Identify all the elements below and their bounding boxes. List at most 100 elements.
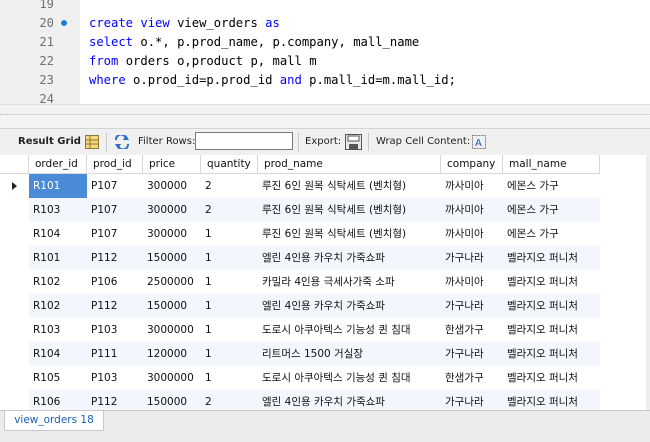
code-line[interactable]: 19 xyxy=(0,0,650,14)
cell-prod-name[interactable]: 리트머스 1500 거실장 xyxy=(258,342,441,366)
cell-prod-name[interactable]: 카밀라 4인용 극세사가죽 소파 xyxy=(258,270,441,294)
cell-mall-name[interactable]: 벨라지오 퍼니처 xyxy=(503,366,600,390)
cell-price[interactable]: 150000 xyxy=(143,246,201,270)
column-header-mall-name[interactable]: mall_name xyxy=(503,155,600,174)
cell-prod-name[interactable]: 루진 6인 원목 식탁세트 (벤치형) xyxy=(258,198,441,222)
cell-prod-id[interactable]: P112 xyxy=(87,390,143,410)
cell-order-id[interactable]: R105 xyxy=(29,366,87,390)
cell-order-id[interactable]: R101 xyxy=(29,246,87,270)
column-header-order-id[interactable]: order_id xyxy=(29,155,87,174)
result-tab-view-orders[interactable]: view_orders 18 xyxy=(4,411,104,431)
row-header[interactable] xyxy=(0,270,29,294)
cell-prod-id[interactable]: P106 xyxy=(87,270,143,294)
cell-price[interactable]: 3000000 xyxy=(143,318,201,342)
cell-order-id[interactable]: R106 xyxy=(29,390,87,410)
cell-company[interactable]: 까사미아 xyxy=(441,174,503,198)
column-header-prod-id[interactable]: prod_id xyxy=(87,155,143,174)
code-text[interactable]: where o.prod_id=p.prod_id and p.mall_id=… xyxy=(89,71,456,90)
cell-mall-name[interactable]: 벨라지오 퍼니처 xyxy=(503,294,600,318)
code-line[interactable]: 24 xyxy=(0,90,650,104)
row-header[interactable] xyxy=(0,222,29,246)
cell-quantity[interactable]: 1 xyxy=(201,222,258,246)
cell-prod-name[interactable]: 엘린 4인용 카우치 가죽쇼파 xyxy=(258,390,441,410)
column-header-prod-name[interactable]: prod_name xyxy=(258,155,441,174)
cell-company[interactable]: 가구나라 xyxy=(441,294,503,318)
row-header[interactable] xyxy=(0,246,29,270)
cell-prod-id[interactable]: P107 xyxy=(87,222,143,246)
code-line[interactable]: 23 where o.prod_id=p.prod_id and p.mall_i… xyxy=(0,71,650,90)
panel-splitter[interactable] xyxy=(0,104,650,128)
cell-company[interactable]: 가구나라 xyxy=(441,246,503,270)
table-row[interactable]: R106 P112 150000 2 엘린 4인용 카우치 가죽쇼파 가구나라 벨라지오 퍼… xyxy=(0,390,650,410)
result-grid[interactable]: order_id prod_id price quantity prod_name com… xyxy=(0,155,650,410)
cell-mall-name[interactable]: 벨라지오 퍼니처 xyxy=(503,390,600,410)
cell-prod-id[interactable]: P107 xyxy=(87,174,143,198)
cell-order-id[interactable]: R102 xyxy=(29,270,87,294)
code-text[interactable]: from orders o,product p, mall m xyxy=(89,52,317,71)
cell-quantity[interactable]: 2 xyxy=(201,174,258,198)
cell-prod-id[interactable]: P112 xyxy=(87,294,143,318)
cell-mall-name[interactable]: 벨라지오 퍼니처 xyxy=(503,342,600,366)
cell-mall-name[interactable]: 벨라지오 퍼니처 xyxy=(503,270,600,294)
cell-company[interactable]: 가구나라 xyxy=(441,342,503,366)
cell-order-id[interactable]: R103 xyxy=(29,198,87,222)
refresh-icon[interactable] xyxy=(114,129,130,155)
row-header[interactable] xyxy=(0,198,29,222)
table-row[interactable]: R104 P107 300000 1 루진 6인 원목 식탁세트 (벤치형) 까사미아 에몬… xyxy=(0,222,650,246)
table-row[interactable]: R102 P106 2500000 1 카밀라 4인용 극세사가죽 소파 까사미아 벨라지오… xyxy=(0,270,650,294)
code-line[interactable]: 20 create view view_orders as xyxy=(0,14,650,33)
cell-prod-name[interactable]: 엘린 4인용 카우치 가죽쇼파 xyxy=(258,294,441,318)
cell-quantity[interactable]: 1 xyxy=(201,270,258,294)
cell-price[interactable]: 300000 xyxy=(143,174,201,198)
cell-quantity[interactable]: 1 xyxy=(201,366,258,390)
column-header-quantity[interactable]: quantity xyxy=(201,155,258,174)
cell-quantity[interactable]: 2 xyxy=(201,198,258,222)
cell-order-id[interactable]: R103 xyxy=(29,318,87,342)
cell-quantity[interactable]: 1 xyxy=(201,342,258,366)
cell-price[interactable]: 150000 xyxy=(143,390,201,410)
table-row[interactable]: R103 P103 3000000 1 도로시 아쿠아텍스 기능성 퀸 침대 한샘가구 벨라… xyxy=(0,318,650,342)
export-icon[interactable] xyxy=(345,129,362,155)
code-line[interactable]: 22 from orders o,product p, mall m xyxy=(0,52,650,71)
cell-quantity[interactable]: 1 xyxy=(201,246,258,270)
table-row[interactable]: R101 P107 300000 2 루진 6인 원목 식탁세트 (벤치형) 까사미아 에몬… xyxy=(0,174,650,198)
table-row[interactable]: R104 P111 120000 1 리트머스 1500 거실장 가구나라 벨라지오 퍼니처 xyxy=(0,342,650,366)
result-grid-tab[interactable]: Result Grid xyxy=(18,129,81,155)
cell-price[interactable]: 300000 xyxy=(143,222,201,246)
filter-rows-input[interactable] xyxy=(195,132,293,150)
cell-price[interactable]: 3000000 xyxy=(143,366,201,390)
cell-quantity[interactable]: 1 xyxy=(201,294,258,318)
row-header[interactable] xyxy=(0,174,29,198)
cell-company[interactable]: 까사미아 xyxy=(441,198,503,222)
cell-prod-name[interactable]: 엘린 4인용 카우치 가죽쇼파 xyxy=(258,246,441,270)
table-row[interactable]: R102 P112 150000 1 엘린 4인용 카우치 가죽쇼파 가구나라 벨라지오 퍼… xyxy=(0,294,650,318)
cell-company[interactable]: 한샘가구 xyxy=(441,366,503,390)
row-header[interactable] xyxy=(0,342,29,366)
cell-order-id[interactable]: R104 xyxy=(29,342,87,366)
cell-order-id[interactable]: R104 xyxy=(29,222,87,246)
column-header-company[interactable]: company xyxy=(441,155,503,174)
table-row[interactable]: R103 P107 300000 2 루진 6인 원목 식탁세트 (벤치형) 까사미아 에몬… xyxy=(0,198,650,222)
code-text[interactable]: create view view_orders as xyxy=(89,14,280,33)
cell-price[interactable]: 2500000 xyxy=(143,270,201,294)
cell-prod-id[interactable]: P112 xyxy=(87,246,143,270)
cell-company[interactable]: 까사미아 xyxy=(441,222,503,246)
cell-company[interactable]: 가구나라 xyxy=(441,390,503,410)
grid-vertical-scrollbar[interactable] xyxy=(646,155,650,410)
cell-prod-name[interactable]: 루진 6인 원목 식탁세트 (벤치형) xyxy=(258,222,441,246)
cell-quantity[interactable]: 1 xyxy=(201,318,258,342)
cell-mall-name[interactable]: 에몬스 가구 xyxy=(503,222,600,246)
cell-price[interactable]: 150000 xyxy=(143,294,201,318)
row-header[interactable] xyxy=(0,294,29,318)
cell-prod-name[interactable]: 루진 6인 원목 식탁세트 (벤치형) xyxy=(258,174,441,198)
cell-prod-name[interactable]: 도로시 아쿠아텍스 기능성 퀸 침대 xyxy=(258,366,441,390)
cell-mall-name[interactable]: 벨라지오 퍼니처 xyxy=(503,246,600,270)
column-header-price[interactable]: price xyxy=(143,155,201,174)
cell-mall-name[interactable]: 에몬스 가구 xyxy=(503,198,600,222)
cell-prod-name[interactable]: 도로시 아쿠아텍스 기능성 퀸 침대 xyxy=(258,318,441,342)
cell-price[interactable]: 120000 xyxy=(143,342,201,366)
cell-mall-name[interactable]: 벨라지오 퍼니처 xyxy=(503,318,600,342)
sql-editor[interactable]: 19 20 create view view_orders as 21 select o… xyxy=(0,0,650,104)
code-text[interactable]: select o.*, p.prod_name, p.company, mall… xyxy=(89,33,419,52)
wrap-cell-icon[interactable]: A xyxy=(472,129,486,155)
